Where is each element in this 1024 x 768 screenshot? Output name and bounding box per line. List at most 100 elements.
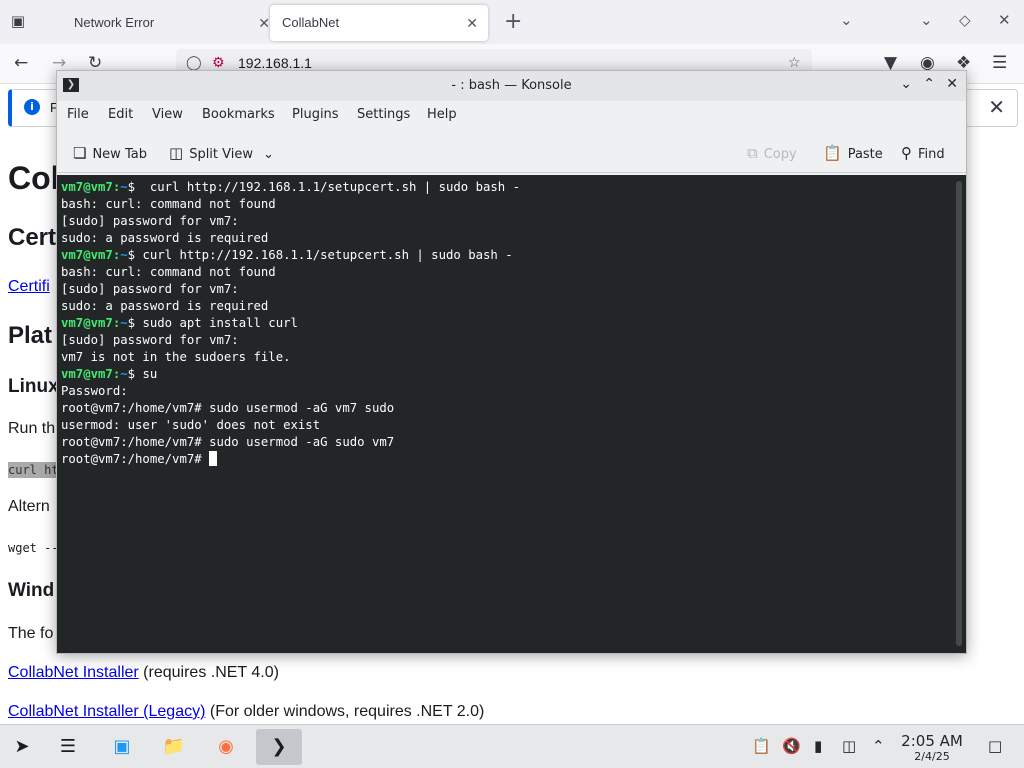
firefox-icon[interactable]: ◉ — [208, 729, 244, 765]
terminal-text: $ sudo apt install curl — [127, 316, 298, 330]
restore-icon[interactable]: ◇ — [959, 11, 971, 29]
section-heading: Cert — [8, 224, 57, 251]
terminal-text: $ curl http://192.168.1.1/setupcert.sh |… — [127, 180, 521, 194]
prompt-path: ~ — [120, 367, 128, 381]
menu-edit[interactable]: Edit — [108, 107, 133, 122]
konsole-icon[interactable]: ❯ — [256, 729, 302, 765]
close-icon[interactable]: ✕ — [946, 76, 958, 92]
paste-button[interactable]: 📋 Paste — [823, 144, 883, 162]
minimize-icon[interactable]: ⌄ — [920, 11, 933, 29]
app-launcher-icon[interactable]: ➤ — [4, 729, 40, 765]
section-heading: Linux — [8, 376, 59, 397]
chevron-down-icon[interactable]: ⌄ — [263, 147, 274, 162]
back-arrow-icon[interactable]: ← — [14, 53, 28, 73]
konsole-window: ❯ - : bash — Konsole ⌄ ⌃ ✕ File Edit Vie… — [56, 70, 967, 654]
certificate-link[interactable]: Certifi — [8, 278, 50, 296]
find-label: Find — [918, 147, 945, 162]
file-manager-icon[interactable]: 📁 — [156, 729, 192, 765]
terminal-line: sudo: a password is required — [61, 230, 962, 247]
terminal-area[interactable]: vm7@vm7:~$ curl http://192.168.1.1/setup… — [57, 175, 966, 653]
terminal-line: root@vm7:/home/vm7# sudo usermod -aG vm7… — [61, 400, 962, 417]
konsole-titlebar[interactable]: ❯ - : bash — Konsole ⌄ ⌃ ✕ — [57, 71, 966, 101]
prompt-user: vm7@vm7 — [61, 180, 113, 194]
terminal-line: vm7@vm7:~$ su — [61, 366, 962, 383]
minimize-icon[interactable]: ⌄ — [900, 76, 912, 92]
legacy-installer-line: CollabNet Installer (Legacy) (For older … — [8, 703, 484, 721]
terminal-line: vm7 is not in the sudoers file. — [61, 349, 962, 366]
paragraph: Run th — [8, 420, 56, 437]
menu-bookmarks[interactable]: Bookmarks — [202, 107, 275, 122]
network-icon[interactable]: ◫ — [842, 737, 856, 755]
terminal-text: bash: curl: command not found — [61, 265, 276, 279]
chevron-up-icon[interactable]: ⌃ — [872, 737, 885, 755]
hamburger-menu-icon[interactable]: ☰ — [992, 53, 1007, 73]
legacy-installer-link[interactable]: CollabNet Installer (Legacy) — [8, 703, 205, 720]
terminal-text: Password: — [61, 384, 128, 398]
star-icon[interactable]: ☆ — [788, 55, 801, 71]
new-tab-label: New Tab — [92, 147, 147, 162]
clock-time[interactable]: 2:05 AM — [900, 732, 964, 750]
section-heading: Plat — [8, 322, 53, 349]
close-icon[interactable]: ✕ — [258, 5, 270, 41]
split-view-icon: ◫ — [169, 144, 184, 162]
find-button[interactable]: ⚲ Find — [901, 144, 945, 162]
menu-file[interactable]: File — [67, 107, 89, 122]
installer-link[interactable]: CollabNet Installer — [8, 664, 139, 681]
new-tab-icon[interactable]: + — [504, 9, 522, 35]
tab-label: Network Error — [74, 15, 155, 30]
close-icon[interactable]: ✕ — [466, 5, 478, 41]
new-tab-button[interactable]: ❏ New Tab — [73, 144, 147, 162]
menu-settings[interactable]: Settings — [357, 107, 410, 122]
show-desktop-icon[interactable]: □ — [988, 737, 1002, 755]
terminal-line: [sudo] password for vm7: — [61, 332, 962, 349]
clipboard-icon[interactable]: 📋 — [752, 737, 771, 755]
terminal-text: [sudo] password for vm7: — [61, 214, 239, 228]
battery-icon[interactable]: ▮ — [814, 737, 822, 755]
terminal-line: bash: curl: command not found — [61, 264, 962, 281]
prompt-path: ~ — [120, 316, 128, 330]
terminal-line: sudo: a password is required — [61, 298, 962, 315]
tab-list-icon[interactable]: ▣ — [8, 12, 28, 32]
maximize-icon[interactable]: ⌃ — [923, 76, 935, 92]
tab-network-error[interactable]: Network Error ✕ — [62, 5, 280, 41]
menu-plugins[interactable]: Plugins — [292, 107, 339, 122]
shield-icon[interactable]: ◯ — [186, 55, 202, 71]
close-window-icon[interactable]: ✕ — [998, 11, 1011, 29]
menu-help[interactable]: Help — [427, 107, 457, 122]
prompt-path: ~ — [120, 180, 128, 194]
terminal-line: vm7@vm7:~$ curl http://192.168.1.1/setup… — [61, 247, 962, 264]
terminal-line: bash: curl: command not found — [61, 196, 962, 213]
copy-label: Copy — [763, 147, 797, 162]
terminal-text: sudo: a password is required — [61, 231, 269, 245]
section-heading: Wind — [8, 580, 55, 601]
volume-muted-icon[interactable]: 🔇 — [782, 737, 801, 755]
terminal-line: vm7@vm7:~$ curl http://192.168.1.1/setup… — [61, 179, 962, 196]
window-title: - : bash — Konsole — [451, 78, 572, 93]
code-snippet: curl ht — [8, 462, 59, 478]
copy-button[interactable]: ⧉ Copy — [747, 144, 797, 162]
close-icon[interactable]: ✕ — [988, 95, 1005, 119]
tab-collabnet[interactable]: CollabNet ✕ — [270, 5, 488, 41]
split-view-label: Split View — [189, 147, 253, 162]
prompt-user: vm7@vm7 — [61, 316, 113, 330]
discover-store-icon[interactable]: ▣ — [104, 729, 140, 765]
terminal-line: root@vm7:/home/vm7# sudo usermod -aG sud… — [61, 434, 962, 451]
menu-view[interactable]: View — [152, 107, 183, 122]
clock-date[interactable]: 2/4/25 — [900, 750, 964, 763]
paste-label: Paste — [847, 147, 883, 162]
menu-bar: File Edit View Bookmarks Plugins Setting… — [57, 101, 966, 129]
prompt-path: ~ — [120, 248, 128, 262]
taskbar: ➤ ☰ ▣ 📁 ◉ ❯ 📋 🔇 ▮ ◫ ⌃ 2:05 AM 2/4/25 □ — [0, 724, 1024, 768]
split-view-button[interactable]: ◫ Split View ⌄ — [169, 144, 274, 162]
terminal-text: root@vm7:/home/vm7# sudo usermod -aG vm7… — [61, 401, 395, 415]
insecure-lock-icon[interactable]: ⚙ — [212, 55, 225, 71]
terminal-text: [sudo] password for vm7: — [61, 333, 239, 347]
system-settings-icon[interactable]: ☰ — [50, 729, 86, 765]
url-text[interactable]: 192.168.1.1 — [238, 55, 312, 71]
installer-note: (requires .NET 4.0) — [138, 664, 279, 681]
terminal-text: [sudo] password for vm7: — [61, 282, 239, 296]
tab-label: CollabNet — [282, 15, 340, 30]
terminal-scrollbar[interactable] — [956, 181, 962, 646]
chevron-down-icon[interactable]: ⌄ — [840, 11, 853, 29]
info-icon: i — [24, 99, 40, 115]
